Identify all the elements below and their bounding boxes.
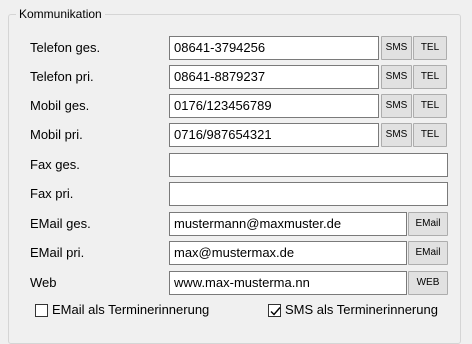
fax-pri-label: Fax pri. bbox=[30, 186, 74, 201]
telefon-pri-row: Telefon pri. 08641-8879237 SMS TEL bbox=[0, 65, 472, 89]
mobil-ges-sms-button[interactable]: SMS bbox=[381, 94, 412, 118]
telefon-ges-sms-button[interactable]: SMS bbox=[381, 36, 412, 60]
email-pri-label: EMail pri. bbox=[30, 245, 85, 260]
email-ges-send-button[interactable]: EMail bbox=[408, 212, 448, 236]
fax-ges-row: Fax ges. bbox=[0, 153, 472, 177]
group-title: Kommunikation bbox=[16, 6, 105, 22]
email-pri-send-button[interactable]: EMail bbox=[408, 241, 448, 265]
mobil-pri-row: Mobil pri. 0716/987654321 SMS TEL bbox=[0, 123, 472, 147]
mobil-pri-tel-button[interactable]: TEL bbox=[413, 123, 447, 147]
email-reminder-checkbox[interactable]: EMail als Terminerinnerung bbox=[35, 301, 255, 318]
telefon-pri-label: Telefon pri. bbox=[30, 69, 94, 84]
telefon-pri-sms-button[interactable]: SMS bbox=[381, 65, 412, 89]
sms-reminder-checkbox[interactable]: SMS als Terminerinnerung bbox=[268, 301, 468, 318]
fax-pri-row: Fax pri. bbox=[0, 182, 472, 206]
email-pri-field[interactable]: max@mustermax.de bbox=[169, 241, 407, 265]
email-ges-field[interactable]: mustermann@maxmuster.de bbox=[169, 212, 407, 236]
checkmark-icon bbox=[270, 307, 281, 316]
mobil-ges-field[interactable]: 0176/123456789 bbox=[169, 94, 379, 118]
mobil-ges-tel-button[interactable]: TEL bbox=[413, 94, 447, 118]
telefon-ges-field[interactable]: 08641-3794256 bbox=[169, 36, 379, 60]
telefon-ges-tel-button[interactable]: TEL bbox=[413, 36, 447, 60]
telefon-pri-tel-button[interactable]: TEL bbox=[413, 65, 447, 89]
web-field[interactable]: www.max-musterma.nn bbox=[169, 271, 407, 295]
email-reminder-box[interactable] bbox=[35, 304, 48, 317]
mobil-ges-label: Mobil ges. bbox=[30, 98, 90, 113]
mobil-pri-field[interactable]: 0716/987654321 bbox=[169, 123, 379, 147]
telefon-pri-field[interactable]: 08641-8879237 bbox=[169, 65, 379, 89]
telefon-ges-label: Telefon ges. bbox=[30, 40, 101, 55]
email-reminder-label: EMail als Terminerinnerung bbox=[52, 302, 210, 318]
email-ges-label: EMail ges. bbox=[30, 216, 91, 231]
fax-pri-field[interactable] bbox=[169, 182, 448, 206]
web-row: Web www.max-musterma.nn WEB bbox=[0, 271, 472, 295]
mobil-pri-label: Mobil pri. bbox=[30, 127, 83, 142]
email-ges-row: EMail ges. mustermann@maxmuster.de EMail bbox=[0, 212, 472, 236]
fax-ges-field[interactable] bbox=[169, 153, 448, 177]
sms-reminder-box[interactable] bbox=[268, 304, 281, 317]
sms-reminder-label: SMS als Terminerinnerung bbox=[285, 302, 438, 318]
mobil-ges-row: Mobil ges. 0176/123456789 SMS TEL bbox=[0, 94, 472, 118]
telefon-ges-row: Telefon ges. 08641-3794256 SMS TEL bbox=[0, 36, 472, 60]
web-label: Web bbox=[30, 275, 57, 290]
mobil-pri-sms-button[interactable]: SMS bbox=[381, 123, 412, 147]
fax-ges-label: Fax ges. bbox=[30, 157, 80, 172]
email-pri-row: EMail pri. max@mustermax.de EMail bbox=[0, 241, 472, 265]
web-open-button[interactable]: WEB bbox=[408, 271, 448, 295]
